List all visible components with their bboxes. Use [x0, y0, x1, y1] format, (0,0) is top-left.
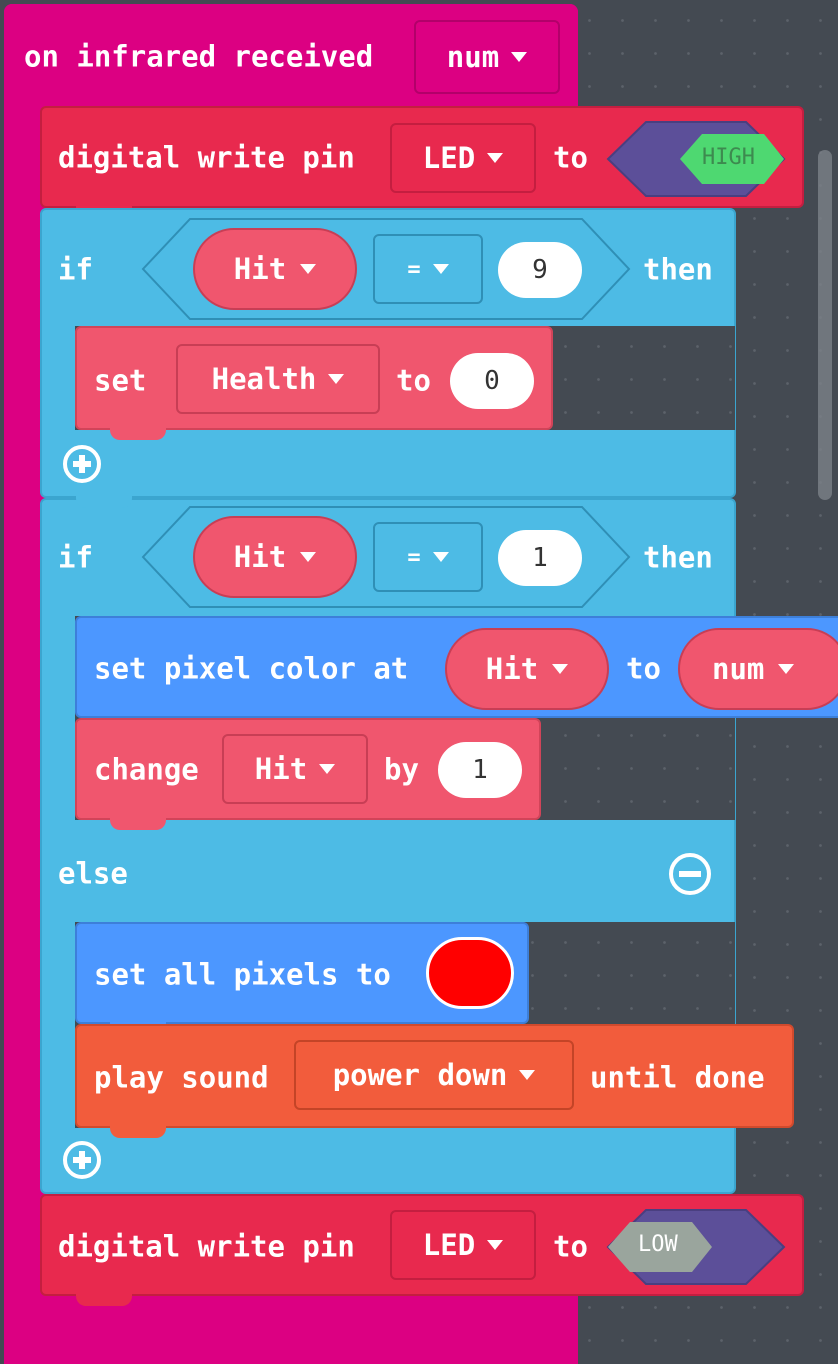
variable-hit-reporter[interactable]: Hit [193, 516, 357, 598]
to-label: to [396, 363, 431, 398]
to-label: to [553, 140, 588, 175]
caret-down-icon [432, 552, 449, 562]
minus-circle-icon[interactable] [668, 852, 712, 896]
set-all-pixels-label: set all pixels to [94, 957, 391, 992]
variable-name: Hit [485, 652, 539, 686]
caret-down-icon [487, 1240, 504, 1250]
workspace-scrollbar[interactable] [818, 150, 832, 500]
number-input[interactable]: 9 [498, 242, 582, 298]
event-param-dropdown[interactable]: num [414, 20, 560, 94]
variable-name: Hit [233, 540, 287, 574]
caret-down-icon [552, 664, 569, 674]
caret-down-icon [328, 374, 345, 384]
block-notch [110, 818, 166, 830]
if-label: if [58, 252, 93, 287]
number-value: 9 [532, 255, 548, 285]
variable-name: Hit [254, 752, 308, 786]
block-notch [110, 1126, 166, 1138]
pixel-index-reporter[interactable]: Hit [445, 628, 609, 710]
sound-dropdown[interactable]: power down [294, 1040, 574, 1110]
until-done-label: until done [590, 1060, 765, 1095]
low-value-label: LOW [638, 1232, 678, 1257]
caret-down-icon [300, 552, 317, 562]
pin-dropdown[interactable]: LED [390, 1210, 536, 1280]
plus-circle-icon[interactable] [62, 444, 102, 484]
block-notch [76, 1294, 132, 1306]
by-label: by [384, 752, 419, 787]
number-value: 0 [484, 366, 500, 396]
number-input[interactable]: 1 [438, 742, 522, 798]
number-value: 1 [532, 543, 548, 573]
caret-down-icon [319, 764, 336, 774]
number-input[interactable]: 0 [450, 353, 534, 409]
caret-down-icon [511, 52, 528, 62]
to-label: to [553, 1229, 588, 1264]
caret-down-icon [300, 264, 317, 274]
plus-circle-icon[interactable] [62, 1140, 102, 1180]
number-input[interactable]: 1 [498, 530, 582, 586]
block-notch [110, 428, 166, 440]
block-notch [76, 496, 132, 508]
pixel-value-reporter[interactable]: num [678, 628, 838, 710]
variable-dropdown[interactable]: Hit [222, 734, 368, 804]
else-label: else [58, 856, 128, 891]
operator-dropdown[interactable]: = [373, 234, 483, 304]
number-value: 1 [472, 755, 488, 785]
change-label: change [94, 752, 199, 787]
event-param-label: num [446, 40, 500, 74]
event-label: on infrared received [24, 39, 374, 74]
digital-write-label: digital write pin [58, 140, 355, 175]
set-label: set [94, 363, 147, 398]
digital-write-label: digital write pin [58, 1229, 355, 1264]
play-sound-label: play sound [94, 1060, 269, 1095]
operator-dropdown[interactable]: = [373, 522, 483, 592]
high-value-label: HIGH [702, 145, 755, 170]
variable-hit-reporter[interactable]: Hit [193, 228, 357, 310]
caret-down-icon [519, 1070, 536, 1080]
variable-name: Health [211, 362, 317, 396]
caret-down-icon [432, 264, 449, 274]
caret-down-icon [487, 153, 504, 163]
then-label: then [643, 252, 713, 287]
pin-label: LED [422, 141, 476, 175]
pin-label: LED [422, 1228, 476, 1262]
operator-label: = [407, 544, 421, 570]
variable-name: num [712, 652, 765, 686]
then-label: then [643, 540, 713, 575]
to-label: to [626, 651, 661, 686]
variable-name: Hit [233, 252, 287, 286]
operator-label: = [407, 256, 421, 282]
sound-name: power down [332, 1058, 508, 1092]
pin-dropdown[interactable]: LED [390, 123, 536, 193]
color-swatch[interactable] [426, 937, 514, 1009]
if-label: if [58, 540, 93, 575]
variable-dropdown[interactable]: Health [176, 344, 380, 414]
set-pixel-label: set pixel color at [94, 651, 409, 686]
caret-down-icon [778, 664, 795, 674]
